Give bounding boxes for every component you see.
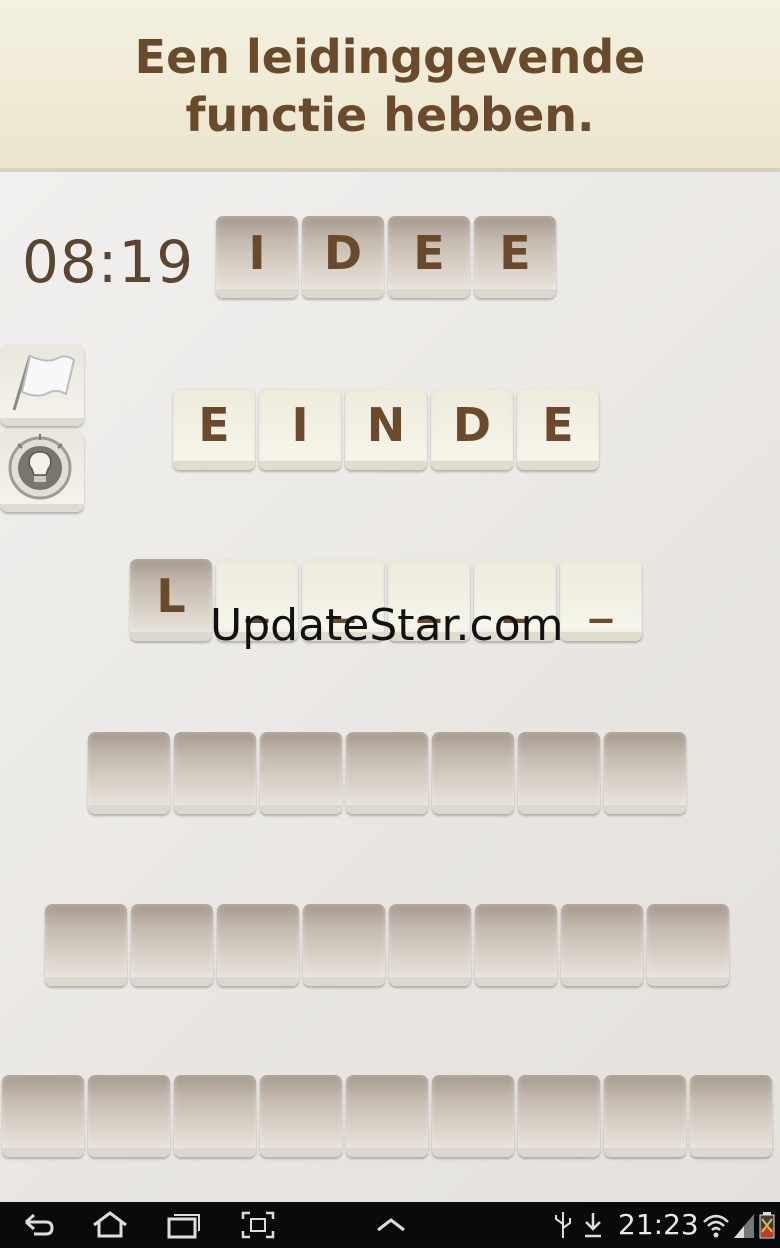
blank-tile[interactable] (432, 1075, 514, 1157)
home-icon[interactable] (90, 1210, 130, 1240)
blank-tile[interactable] (45, 904, 127, 986)
word-row-1: I D E E (216, 216, 560, 300)
letter-tile[interactable]: I (216, 216, 298, 298)
system-navigation-bar: 21:23 (0, 1202, 780, 1248)
letter-tile[interactable]: I (259, 388, 341, 470)
letter-tile[interactable]: E (173, 388, 255, 470)
blank-tile[interactable] (432, 732, 514, 814)
clue-line-1: Een leidinggevende (134, 30, 646, 84)
usb-icon (555, 1212, 571, 1238)
letter-tile[interactable]: E (517, 388, 599, 470)
wifi-icon (703, 1214, 729, 1238)
clue-header: Een leidinggevende functie hebben. (0, 0, 780, 171)
blank-tile[interactable] (518, 1075, 600, 1157)
word-row-6 (2, 1075, 778, 1159)
download-icon (585, 1213, 601, 1238)
blank-tile[interactable] (174, 732, 256, 814)
clue-text: Een leidinggevende functie hebben. (40, 28, 740, 144)
blank-tile[interactable] (690, 1075, 772, 1157)
up-chevron-icon[interactable] (374, 1210, 408, 1240)
letter-tile[interactable]: D (302, 216, 384, 298)
letter-tile[interactable]: E (388, 216, 470, 298)
signal-icon (734, 1214, 754, 1238)
blank-tile[interactable] (346, 1075, 428, 1157)
blank-tile[interactable] (88, 1075, 170, 1157)
letter-tile[interactable]: N (345, 388, 427, 470)
game-board (0, 172, 780, 1202)
letter-tile[interactable]: L (130, 559, 212, 641)
flag-icon (12, 354, 76, 411)
blank-tile[interactable] (475, 904, 557, 986)
hint-button[interactable] (0, 430, 84, 512)
blank-tile[interactable] (518, 732, 600, 814)
lightbulb-icon (8, 434, 72, 500)
battery-icon (759, 1212, 775, 1239)
watermark-text: UpdateStar.com (210, 600, 564, 651)
blank-tile[interactable] (174, 1075, 256, 1157)
blank-tile[interactable] (604, 732, 686, 814)
word-row-5 (45, 904, 733, 988)
blank-tile[interactable] (647, 904, 729, 986)
word-row-2: E I N D E (173, 388, 603, 472)
blank-tile[interactable] (260, 1075, 342, 1157)
blank-tile[interactable] (131, 904, 213, 986)
flag-button[interactable] (0, 344, 84, 426)
blank-tile[interactable] (217, 904, 299, 986)
blank-tile[interactable] (303, 904, 385, 986)
letter-tile[interactable]: E (474, 216, 556, 298)
word-row-4 (88, 732, 690, 816)
letter-tile[interactable]: D (431, 388, 513, 470)
blank-tile[interactable] (346, 732, 428, 814)
letter-tile[interactable]: _ (560, 559, 642, 641)
blank-tile[interactable] (88, 732, 170, 814)
recent-apps-icon[interactable] (166, 1210, 202, 1240)
blank-tile[interactable] (604, 1075, 686, 1157)
blank-tile[interactable] (389, 904, 471, 986)
clue-line-2: functie hebben. (185, 88, 595, 142)
screenshot-icon[interactable] (240, 1210, 276, 1240)
blank-tile[interactable] (2, 1075, 84, 1157)
blank-tile[interactable] (260, 732, 342, 814)
timer: 08:19 (22, 228, 195, 296)
status-clock: 21:23 (618, 1208, 699, 1241)
back-icon[interactable] (20, 1210, 56, 1240)
blank-tile[interactable] (561, 904, 643, 986)
